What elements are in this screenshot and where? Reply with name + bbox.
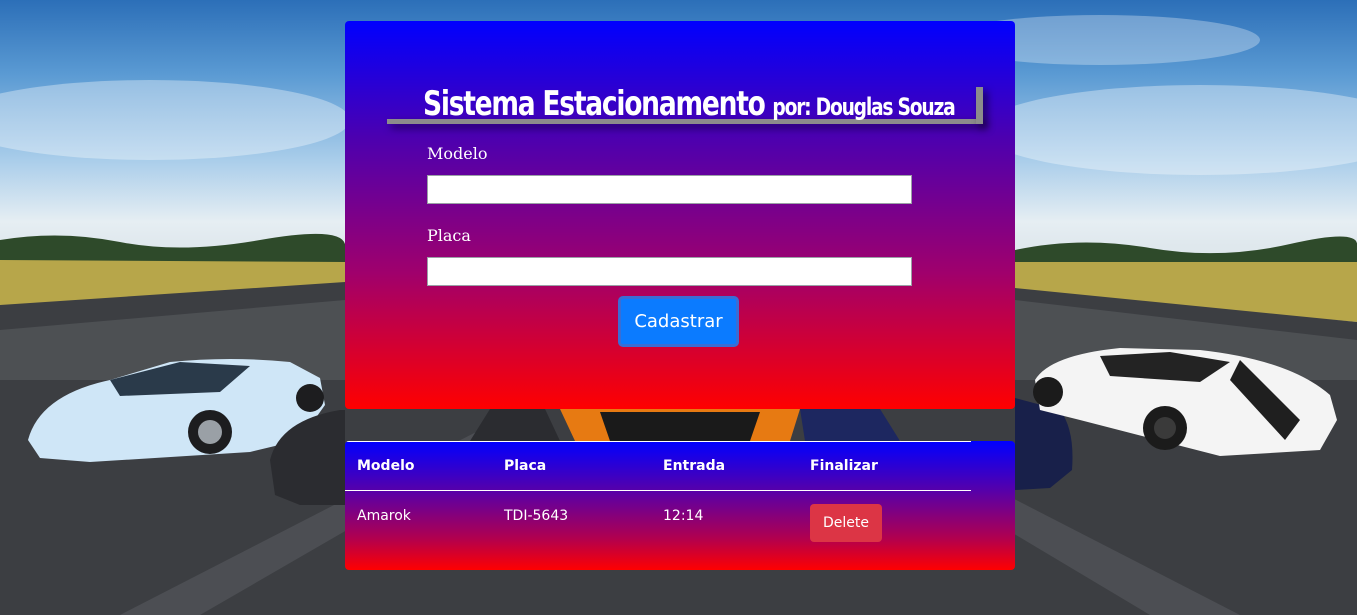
title-bar: Sistema Estacionamento por: Douglas Souza: [387, 79, 983, 124]
cell-placa: TDI-5643: [504, 508, 569, 524]
table-top-divider: [345, 441, 971, 442]
column-header-entrada: Entrada: [663, 458, 726, 474]
column-header-finalizar: Finalizar: [810, 458, 878, 474]
column-header-modelo: Modelo: [357, 458, 415, 474]
vehicles-table: Modelo Placa Entrada Finalizar Amarok TD…: [345, 441, 1015, 570]
registration-card: Sistema Estacionamento por: Douglas Souza…: [345, 21, 1015, 409]
author-subtitle: por: Douglas Souza: [772, 93, 955, 121]
cadastrar-button[interactable]: Cadastrar: [618, 296, 739, 347]
cell-modelo: Amarok: [357, 508, 411, 524]
modelo-label: Modelo: [427, 144, 488, 163]
table-header-divider: [345, 490, 971, 491]
app-title: Sistema Estacionamento: [423, 84, 766, 124]
delete-button[interactable]: Delete: [810, 504, 882, 542]
cell-entrada: 12:14: [663, 508, 704, 524]
placa-label: Placa: [427, 226, 471, 245]
placa-input[interactable]: [427, 257, 912, 286]
column-header-placa: Placa: [504, 458, 547, 474]
modelo-input[interactable]: [427, 175, 912, 204]
page-title: Sistema Estacionamento por: Douglas Souza: [423, 84, 956, 124]
